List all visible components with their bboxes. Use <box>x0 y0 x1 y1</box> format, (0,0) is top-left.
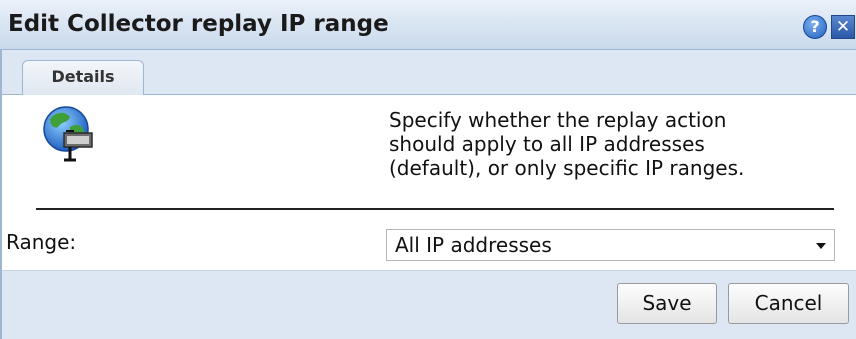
dialog-left-border <box>0 50 2 339</box>
details-panel: Specify whether the replay action should… <box>0 95 856 270</box>
description-line: should apply to all IP addresses <box>389 132 705 156</box>
range-select[interactable]: All IP addresses <box>386 229 835 261</box>
edit-ip-range-dialog: Edit Collector replay IP range ? ✕ Detai… <box>0 0 856 339</box>
dialog-titlebar[interactable]: Edit Collector replay IP range ? ✕ <box>0 0 856 50</box>
help-icon[interactable]: ? <box>803 15 827 39</box>
tab-details[interactable]: Details <box>22 60 144 95</box>
tab-strip: Details <box>0 50 856 95</box>
chevron-down-icon[interactable] <box>816 243 826 249</box>
close-icon[interactable]: ✕ <box>831 15 855 39</box>
save-button[interactable]: Save <box>617 283 717 324</box>
description-line: Specify whether the replay action <box>389 108 727 132</box>
range-label: Range: <box>6 230 77 254</box>
dialog-title: Edit Collector replay IP range <box>8 11 389 37</box>
description-text: Specify whether the replay action should… <box>389 108 849 180</box>
cancel-button[interactable]: Cancel <box>728 283 849 324</box>
divider <box>36 208 834 210</box>
globe-network-icon <box>43 106 93 162</box>
description-line: (default), or only specific IP ranges. <box>389 156 745 180</box>
dialog-footer: Save Cancel <box>0 270 856 339</box>
range-select-value: All IP addresses <box>395 233 552 257</box>
